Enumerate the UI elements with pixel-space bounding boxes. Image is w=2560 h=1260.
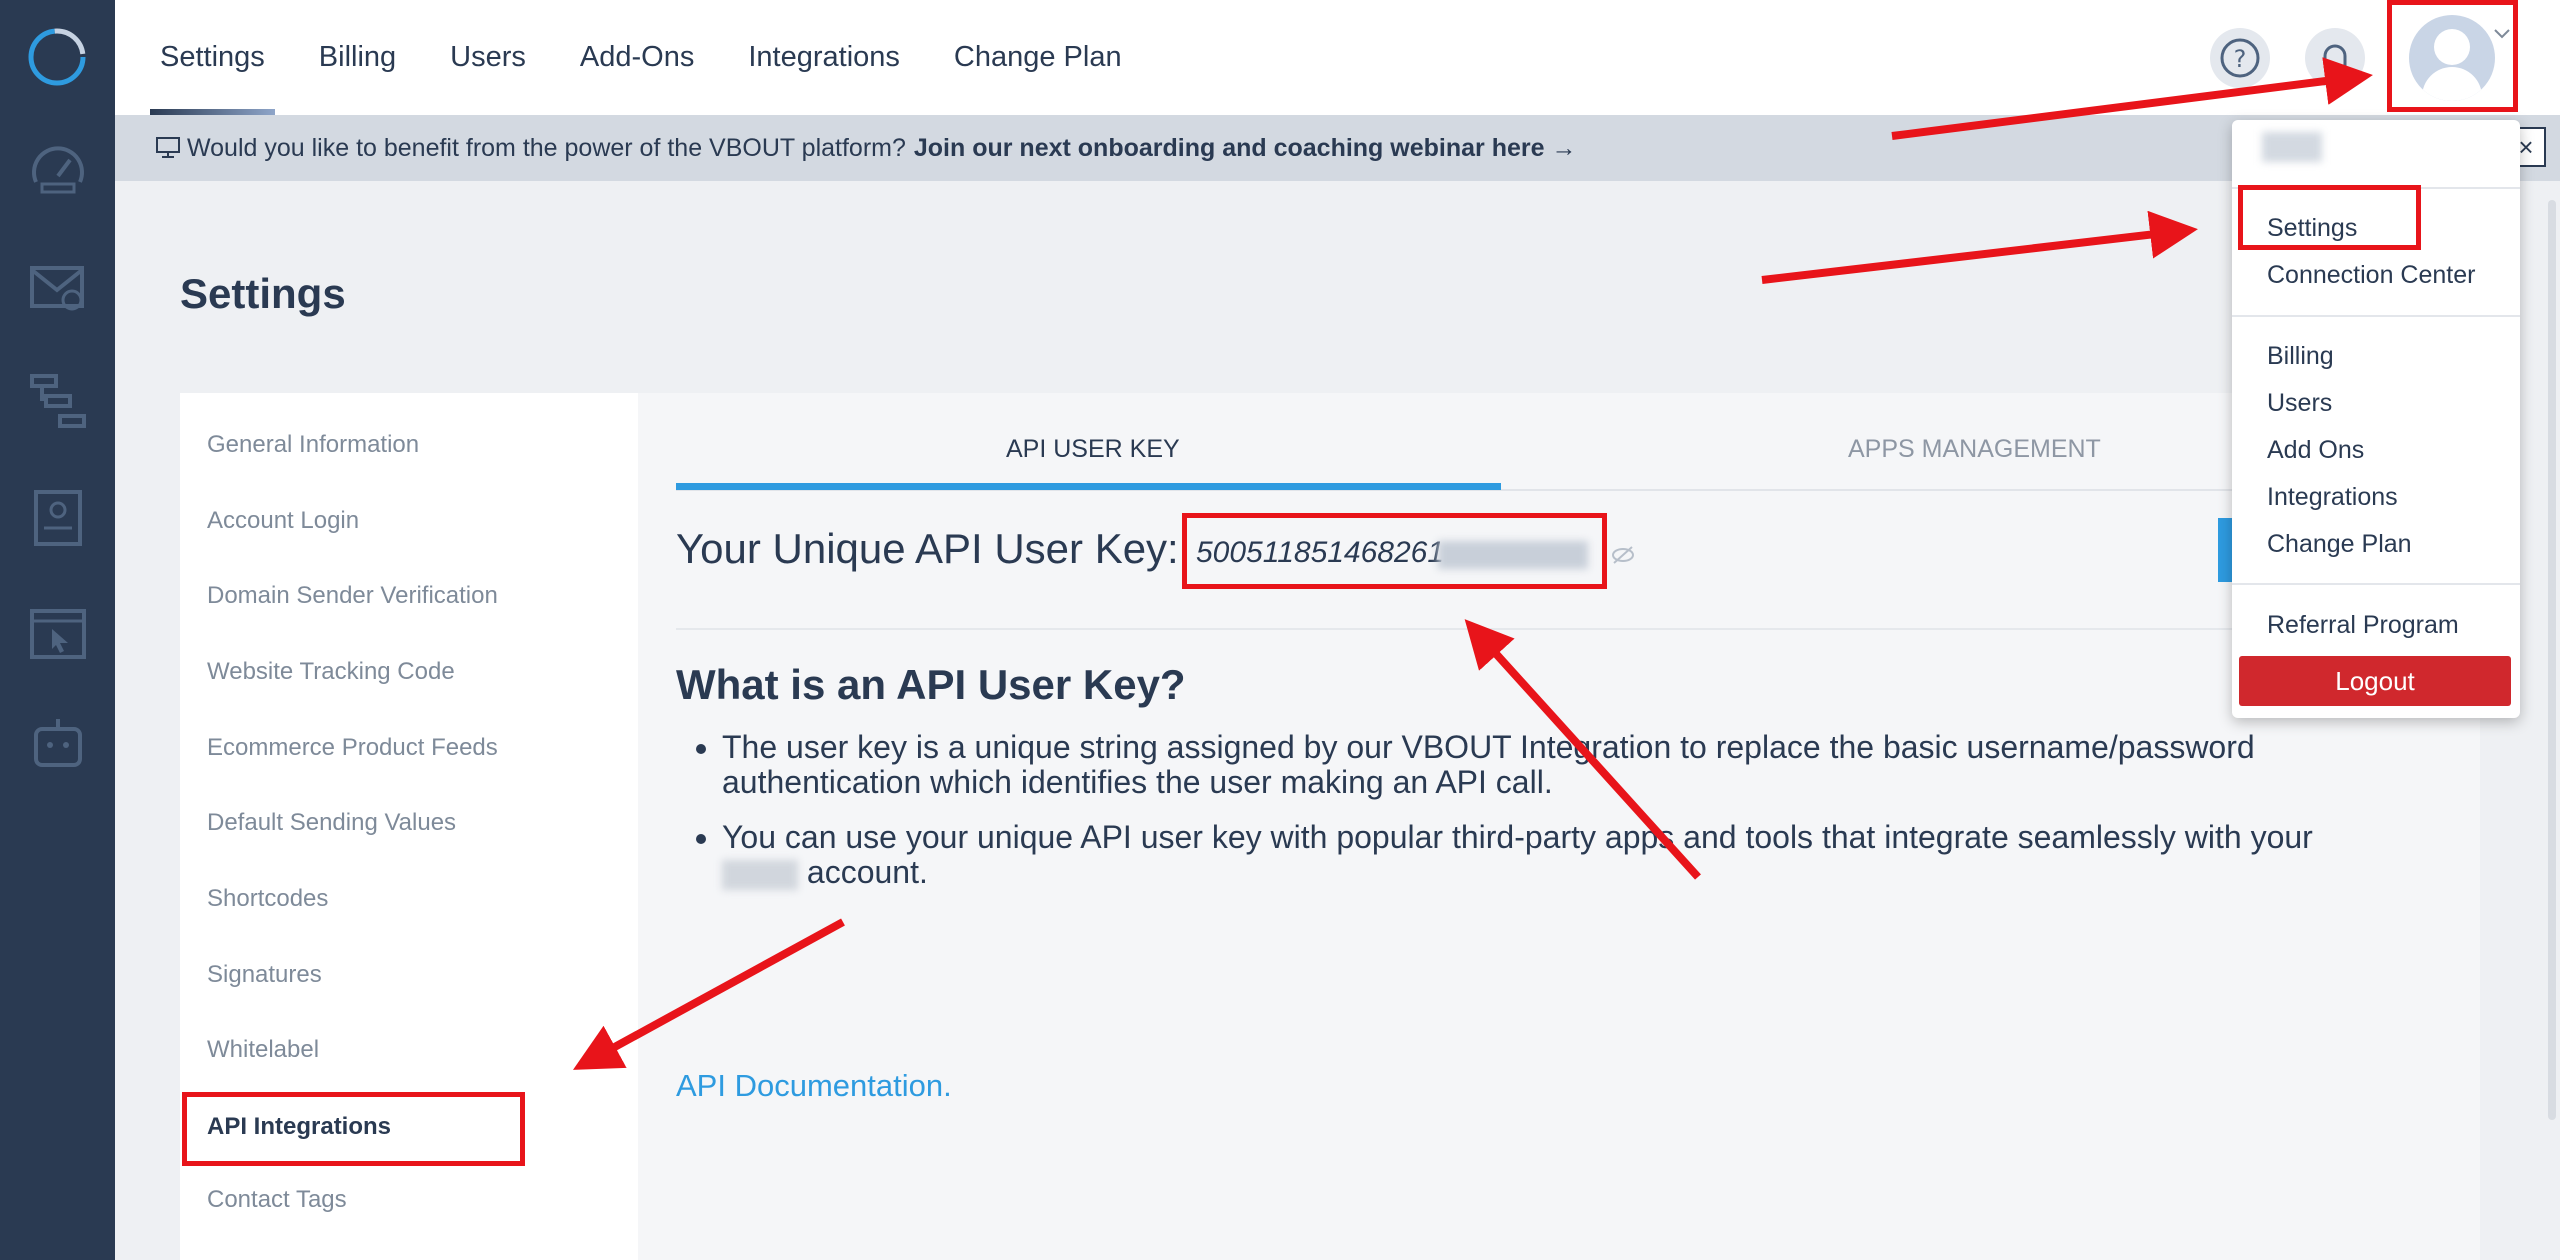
api-key-blurred — [1438, 541, 1588, 569]
menu-item-referral-program[interactable]: Referral Program — [2267, 611, 2459, 640]
tab-api-user-key[interactable]: API USER KEY — [1006, 435, 1180, 464]
active-tab-underline — [676, 483, 1501, 490]
chevron-down-icon[interactable] — [2492, 27, 2512, 41]
sidebar-item-general-information[interactable]: General Information — [207, 431, 419, 459]
api-panel: API USER KEY APPS MANAGEMENT Your Unique… — [638, 393, 2480, 1260]
sidebar-item-whitelabel[interactable]: Whitelabel — [207, 1036, 319, 1064]
menu-item-connection-center[interactable]: Connection Center — [2267, 261, 2475, 290]
api-key-label: Your Unique API User Key: — [676, 525, 1179, 572]
help-button[interactable]: ? — [2210, 28, 2270, 88]
api-key-heading: What is an API User Key? — [676, 661, 1186, 708]
user-silhouette-icon — [2422, 29, 2482, 101]
tab-users[interactable]: Users — [450, 0, 526, 115]
sidebar-item-shortcodes[interactable]: Shortcodes — [207, 885, 328, 913]
automation-flow-icon[interactable] — [28, 372, 88, 432]
page-title: Settings — [180, 270, 346, 317]
api-tabs: API USER KEY APPS MANAGEMENT — [676, 393, 2436, 491]
bot-icon[interactable] — [28, 715, 88, 775]
list-item: You can use your unique API user key wit… — [722, 820, 2422, 890]
monitor-icon — [156, 137, 180, 158]
bullet-text: The user key is a unique string assigned… — [722, 729, 2255, 800]
arrow-to-settings-menu — [1761, 210, 2198, 284]
vbout-logo-icon[interactable] — [26, 26, 88, 88]
tab-add-ons[interactable]: Add-Ons — [580, 0, 694, 115]
tab-apps-management[interactable]: APPS MANAGEMENT — [1848, 435, 2101, 464]
sidebar-item-default-sending-values[interactable]: Default Sending Values — [207, 809, 456, 837]
settings-tabs: Settings Billing Users Add-Ons Integrati… — [150, 0, 1176, 115]
divider — [676, 628, 2436, 630]
logout-button[interactable]: Logout — [2239, 656, 2511, 706]
scrollbar[interactable] — [2548, 200, 2556, 1120]
user-dropdown-menu: Settings Connection Center Billing Users… — [2232, 120, 2520, 718]
avatar[interactable] — [2409, 15, 2495, 101]
left-rail — [0, 0, 115, 1260]
user-menu-toggle[interactable] — [2387, 0, 2518, 112]
banner-webinar-link[interactable]: Join our next onboarding and coaching we… — [914, 134, 1577, 163]
list-item: The user key is a unique string assigned… — [722, 730, 2422, 800]
sidebar-item-account-login[interactable]: Account Login — [207, 507, 359, 535]
notifications-button[interactable] — [2305, 28, 2365, 88]
top-navigation: Settings Billing Users Add-Ons Integrati… — [115, 0, 2560, 115]
api-key-description: The user key is a unique string assigned… — [722, 730, 2422, 910]
tab-billing[interactable]: Billing — [319, 0, 396, 115]
tab-change-plan[interactable]: Change Plan — [954, 0, 1122, 115]
blurred-account-name — [722, 859, 798, 890]
dashboard-gauge-icon[interactable] — [28, 140, 88, 200]
webinar-banner: Would you like to benefit from the power… — [115, 115, 2560, 181]
sidebar-item-domain-sender-verification[interactable]: Domain Sender Verification — [207, 582, 498, 610]
svg-text:?: ? — [2234, 45, 2247, 73]
banner-text: Would you like to benefit from the power… — [187, 133, 906, 162]
blurred-username — [2262, 132, 2322, 162]
website-cursor-icon[interactable] — [28, 605, 88, 665]
eye-slash-icon[interactable] — [1610, 543, 1636, 567]
bullet-tail: account. — [806, 854, 928, 890]
sidebar-item-signatures[interactable]: Signatures — [207, 961, 322, 989]
email-icon[interactable] — [28, 258, 88, 318]
tab-integrations[interactable]: Integrations — [748, 0, 900, 115]
question-icon: ? — [2220, 38, 2260, 78]
tab-settings[interactable]: Settings — [150, 0, 275, 115]
menu-divider — [2232, 583, 2520, 585]
api-key-value[interactable]: 500511851468261 — [1196, 536, 1444, 570]
sidebar-item-contact-tags[interactable]: Contact Tags — [207, 1186, 347, 1214]
landing-page-icon[interactable] — [28, 488, 88, 548]
sidebar-item-website-tracking-code[interactable]: Website Tracking Code — [207, 658, 455, 686]
api-documentation-link[interactable]: API Documentation. — [676, 1068, 952, 1104]
settings-highlight — [2238, 185, 2421, 250]
menu-item-integrations[interactable]: Integrations — [2267, 483, 2398, 512]
menu-item-billing[interactable]: Billing — [2267, 342, 2334, 371]
sidebar-item-ecommerce-product-feeds[interactable]: Ecommerce Product Feeds — [207, 734, 498, 762]
menu-item-users[interactable]: Users — [2267, 389, 2332, 418]
menu-divider — [2232, 315, 2520, 317]
api-integrations-highlight — [182, 1092, 525, 1166]
menu-item-add-ons[interactable]: Add Ons — [2267, 436, 2364, 465]
bell-icon — [2323, 44, 2347, 68]
bullet-text: You can use your unique API user key wit… — [722, 819, 2313, 855]
menu-item-change-plan[interactable]: Change Plan — [2267, 530, 2412, 559]
